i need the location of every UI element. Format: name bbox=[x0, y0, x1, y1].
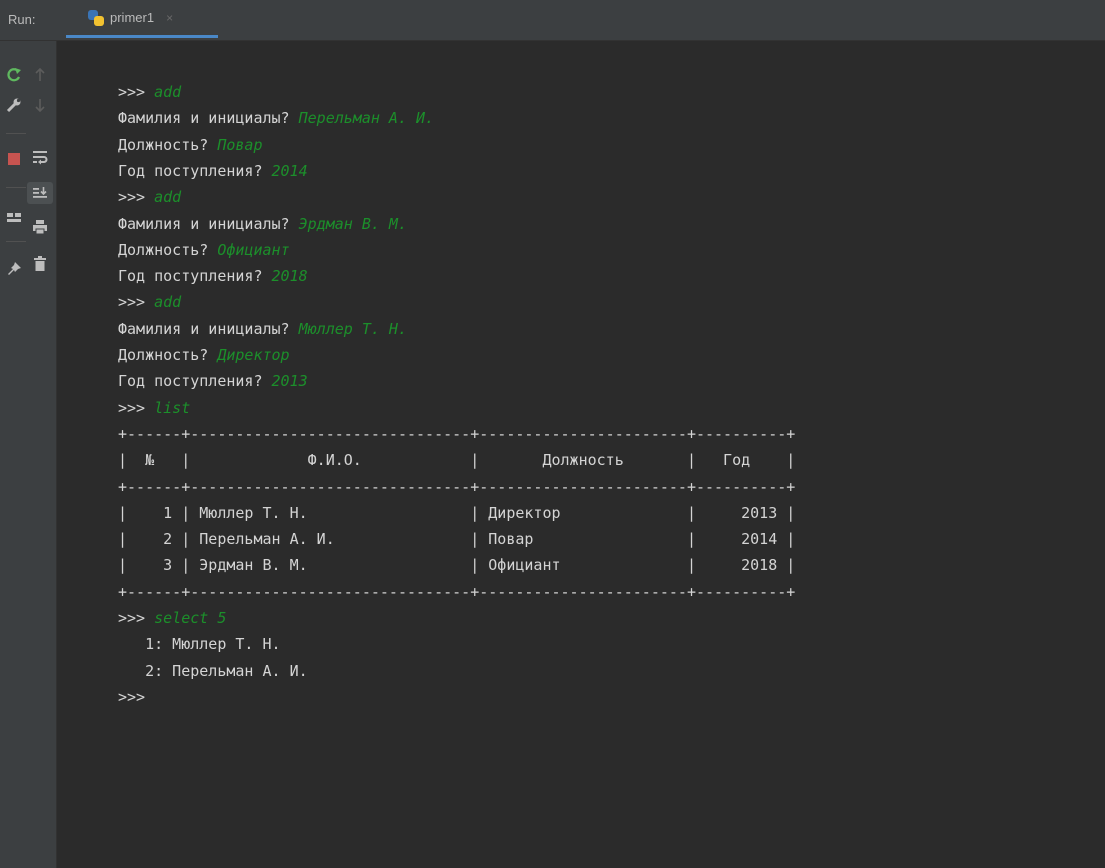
python-icon bbox=[88, 9, 104, 26]
console-line: >>> add bbox=[118, 293, 181, 311]
console-line: Год поступления? 2014 bbox=[118, 162, 308, 180]
console-user-input: Официант bbox=[217, 240, 290, 259]
console-prompt: Фамилия и инициалы? bbox=[118, 109, 299, 128]
rerun-icon[interactable] bbox=[1, 64, 27, 86]
console-prompt: 2: Перельман А. И. bbox=[118, 661, 308, 680]
console-line: >>> bbox=[118, 688, 154, 706]
console-user-input: add bbox=[154, 293, 182, 312]
scroll-to-end-icon[interactable] bbox=[27, 182, 53, 204]
console-prompt: +------+-------------------------------+… bbox=[118, 424, 796, 443]
console-line: >>> add bbox=[118, 188, 181, 206]
stop-icon[interactable] bbox=[1, 148, 27, 170]
console-prompt: Должность? bbox=[118, 135, 218, 154]
console-line: >>> list bbox=[118, 399, 190, 417]
console-prompt: Год поступления? bbox=[118, 372, 272, 391]
console-line: +------+-------------------------------+… bbox=[118, 583, 795, 601]
run-toolbar bbox=[0, 41, 57, 868]
toolbar-divider bbox=[6, 133, 26, 134]
console-user-input: Перельман А. И. bbox=[298, 109, 435, 128]
tab-close-icon[interactable]: × bbox=[166, 11, 173, 25]
console-line: Фамилия и инициалы? Эрдман В. М. bbox=[118, 215, 407, 233]
console-prompt: 1: Мюллер Т. Н. bbox=[118, 635, 281, 654]
console-prompt: >>> bbox=[118, 398, 155, 417]
console-line: +------+-------------------------------+… bbox=[118, 425, 795, 443]
console-line: +------+-------------------------------+… bbox=[118, 478, 795, 496]
print-icon[interactable] bbox=[27, 216, 53, 238]
console-line: 1: Мюллер Т. Н. bbox=[118, 635, 281, 654]
toolbar-divider bbox=[6, 241, 26, 242]
console-line: | № | Ф.И.О. | Должность | Год | bbox=[118, 451, 795, 469]
console-prompt: >>> bbox=[118, 687, 155, 706]
layout-icon[interactable] bbox=[1, 206, 27, 228]
run-tool-window-header: Run: primer1 × bbox=[0, 0, 1105, 41]
console-prompt: >>> bbox=[118, 293, 155, 312]
console-user-input: Директор bbox=[217, 346, 290, 364]
console-line: | 3 | Эрдман В. М. | Официант | 2018 | bbox=[118, 556, 795, 574]
tab-primer1[interactable]: primer1 × bbox=[66, 0, 218, 38]
console-line: Фамилия и инициалы? Перельман А. И. bbox=[118, 109, 434, 127]
console-prompt: | 2 | Перельман А. И. | Повар | 2014 | bbox=[118, 530, 796, 549]
console-prompt: Фамилия и инициалы? bbox=[118, 319, 299, 338]
console-prompt: Год поступления? bbox=[118, 267, 272, 286]
console-user-input: select 5 bbox=[154, 609, 227, 627]
wrench-icon[interactable] bbox=[1, 94, 27, 116]
soft-wrap-icon[interactable] bbox=[27, 146, 53, 168]
console-line: | 2 | Перельман А. И. | Повар | 2014 | bbox=[118, 530, 795, 548]
up-arrow-icon[interactable] bbox=[27, 64, 53, 86]
console-user-input: 2018 bbox=[271, 267, 308, 286]
console-line: Должность? Официант bbox=[118, 241, 290, 259]
console-output[interactable]: >>> add Фамилия и инициалы? Перельман А. … bbox=[57, 41, 1105, 868]
console-prompt: +------+-------------------------------+… bbox=[118, 582, 796, 601]
console-line: Должность? Директор bbox=[118, 346, 290, 364]
console-prompt: Должность? bbox=[118, 240, 218, 259]
console-prompt: >>> bbox=[118, 609, 155, 627]
toolbar-divider bbox=[6, 187, 26, 188]
run-label: Run: bbox=[8, 12, 36, 27]
console-prompt: Фамилия и инициалы? bbox=[118, 214, 299, 233]
console-line: Должность? Повар bbox=[118, 136, 263, 154]
console-line: 2: Перельман А. И. bbox=[118, 662, 308, 680]
console-user-input: Повар bbox=[217, 135, 263, 154]
console-line: >>> select 5 bbox=[118, 609, 226, 627]
console-prompt: +------+-------------------------------+… bbox=[118, 477, 796, 496]
console-prompt: >>> bbox=[118, 188, 155, 207]
console-user-input: list bbox=[154, 398, 191, 417]
console-user-input: 2014 bbox=[271, 161, 308, 180]
console-prompt: >>> bbox=[118, 83, 155, 101]
console-prompt: | № | Ф.И.О. | Должность | Год | bbox=[118, 451, 796, 470]
down-arrow-icon[interactable] bbox=[27, 94, 53, 116]
pin-icon[interactable] bbox=[1, 258, 27, 280]
console-line: Год поступления? 2018 bbox=[118, 267, 308, 285]
console-line: Год поступления? 2013 bbox=[118, 372, 308, 390]
trash-icon[interactable] bbox=[27, 253, 53, 275]
console-user-input: add bbox=[154, 188, 182, 207]
console-user-input: Эрдман В. М. bbox=[298, 214, 407, 233]
tab-title: primer1 bbox=[110, 10, 155, 25]
console-prompt: Год поступления? bbox=[118, 161, 272, 180]
console-line: Фамилия и инициалы? Мюллер Т. Н. bbox=[118, 320, 407, 338]
console-user-input: 2013 bbox=[271, 372, 308, 391]
console-prompt: | 1 | Мюллер Т. Н. | Директор | 2013 | bbox=[118, 503, 796, 522]
console-prompt: Должность? bbox=[118, 346, 218, 364]
console-line: | 1 | Мюллер Т. Н. | Директор | 2013 | bbox=[118, 504, 795, 522]
console-line: >>> add bbox=[118, 83, 181, 101]
console-user-input: add bbox=[154, 83, 182, 101]
console-prompt: | 3 | Эрдман В. М. | Официант | 2018 | bbox=[118, 556, 796, 575]
console-user-input: Мюллер Т. Н. bbox=[298, 319, 407, 338]
